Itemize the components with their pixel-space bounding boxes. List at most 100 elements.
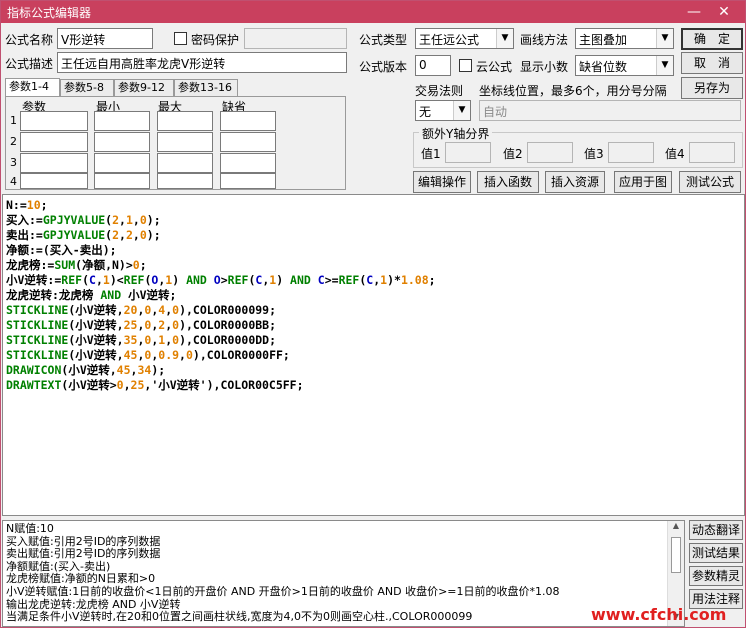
code-token: ); xyxy=(146,213,161,227)
code-token: 龙虎逆转:龙虎榜 xyxy=(6,288,101,302)
param-1-max[interactable] xyxy=(157,111,213,131)
coord-line-label: 坐标线位置，最多6个，用分号分隔 xyxy=(479,84,667,98)
password-label: 密码保护 xyxy=(191,33,240,47)
trade-rule-select[interactable]: 无 ▼ xyxy=(415,100,471,121)
param-1-name[interactable] xyxy=(20,111,88,131)
code-token: 0 xyxy=(139,228,147,242)
coord-line-input[interactable]: 自动 xyxy=(479,100,741,121)
code-token: 2 xyxy=(112,228,120,242)
param-row-number: 4 xyxy=(10,175,17,188)
code-token: STICKLINE xyxy=(6,318,69,332)
chevron-down-icon: ▼ xyxy=(496,29,513,48)
code-token: >= xyxy=(324,273,339,287)
close-icon[interactable]: ✕ xyxy=(711,2,737,22)
code-token: AND xyxy=(186,273,207,287)
minimize-icon[interactable]: — xyxy=(681,2,707,22)
scrollbar-thumb[interactable] xyxy=(671,537,681,573)
param-2-min[interactable] xyxy=(94,132,150,152)
code-token: , xyxy=(179,348,186,362)
param-3-max[interactable] xyxy=(157,153,213,173)
decimal-select[interactable]: 缺省位数 ▼ xyxy=(575,55,674,76)
param-4-default[interactable] xyxy=(220,173,276,189)
code-editor[interactable]: N:=10; 买入:=GPJYVALUE(2,1,0); 卖出:=GPJYVALUE… xyxy=(2,194,745,516)
code-token: , xyxy=(123,378,131,392)
param-2-default[interactable] xyxy=(220,132,276,152)
code-token: 25 xyxy=(123,318,138,332)
code-token: STICKLINE xyxy=(6,303,69,317)
scroll-up-icon[interactable]: ▲ xyxy=(668,521,684,535)
code-token: 20 xyxy=(123,303,138,317)
test-formula-button[interactable]: 测试公式 xyxy=(679,171,741,193)
tab-params-1-4[interactable]: 参数1-4 xyxy=(5,78,60,98)
code-token: ) xyxy=(172,273,187,287)
code-token: ),COLOR0000DD; xyxy=(179,333,277,347)
code-token: GPJYVALUE xyxy=(42,213,106,227)
tab-params-5-8[interactable]: 参数5-8 xyxy=(60,79,114,97)
tab-params-13-16[interactable]: 参数13-16 xyxy=(174,79,238,97)
code-token: 45 xyxy=(116,363,131,377)
param-1-min[interactable] xyxy=(94,111,150,131)
formula-version-input[interactable]: 0 xyxy=(415,55,451,76)
insert-resource-button[interactable]: 插入资源 xyxy=(545,171,605,193)
y-value-1-input xyxy=(445,142,491,163)
param-2-max[interactable] xyxy=(157,132,213,152)
code-token: 净额:=(买入-卖出); xyxy=(6,243,117,257)
save-as-button[interactable]: 另存为 xyxy=(681,77,743,99)
param-wizard-button[interactable]: 参数精灵 xyxy=(689,566,743,586)
output-pane: ▲ ▼ N赋值:10 买入赋值:引用2号ID的序列数据 卖出赋值:引用2号ID的序列… xyxy=(2,520,685,627)
chevron-down-icon: ▼ xyxy=(656,29,673,48)
cloud-formula-checkbox[interactable] xyxy=(459,59,472,72)
insert-function-button[interactable]: 插入函数 xyxy=(477,171,539,193)
param-3-name[interactable] xyxy=(20,153,88,173)
output-line: 买入赋值:引用2号ID的序列数据 xyxy=(6,534,161,548)
password-input xyxy=(244,28,347,49)
password-checkbox[interactable] xyxy=(174,32,187,45)
formula-name-label: 公式名称 xyxy=(5,33,54,47)
code-line: STICKLINE(小V逆转,45,0,0.9,0),COLOR0000FF; xyxy=(6,348,290,363)
cancel-button[interactable]: 取 消 xyxy=(681,52,743,74)
dynamic-translate-button[interactable]: 动态翻译 xyxy=(689,520,743,540)
code-token: 0 xyxy=(116,378,124,392)
formula-desc-input[interactable]: 王任远自用高胜率龙虎V形逆转 xyxy=(57,52,347,73)
code-token: GPJYVALUE xyxy=(42,228,106,242)
param-4-min[interactable] xyxy=(94,173,150,189)
code-line: STICKLINE(小V逆转,20,0,4,0),COLOR000099; xyxy=(6,303,276,318)
code-line: STICKLINE(小V逆转,35,0,1,0),COLOR0000DD; xyxy=(6,333,276,348)
window-title: 指标公式编辑器 xyxy=(7,6,92,20)
code-token: , xyxy=(119,228,126,242)
extra-y-axis-title: 额外Y轴分界 xyxy=(419,125,493,142)
param-2-name[interactable] xyxy=(20,132,88,152)
apply-to-chart-button[interactable]: 应用于图 xyxy=(614,171,672,193)
y-value-3-label: 值3 xyxy=(584,147,604,161)
param-4-max[interactable] xyxy=(157,173,213,189)
code-token: C xyxy=(317,273,325,287)
formula-name-input[interactable]: V形逆转 xyxy=(57,28,153,49)
draw-method-select[interactable]: 主图叠加 ▼ xyxy=(575,28,674,49)
formula-type-select[interactable]: 王任远公式 ▼ xyxy=(415,28,514,49)
draw-method-label: 画线方法 xyxy=(520,33,569,47)
formula-editor-window: 指标公式编辑器 — ✕ 公式名称 V形逆转 密码保护 公式类型 王任远公式 ▼ … xyxy=(0,0,746,628)
code-token: 2 xyxy=(125,228,133,242)
edit-operation-button[interactable]: 编辑操作 xyxy=(413,171,471,193)
test-result-button[interactable]: 测试结果 xyxy=(689,543,743,563)
formula-type-value: 王任远公式 xyxy=(419,33,480,47)
output-line: 龙虎榜赋值:净额的N日累和>0 xyxy=(6,572,156,586)
param-1-default[interactable] xyxy=(220,111,276,131)
code-token: 1 xyxy=(102,273,110,287)
code-token: ),COLOR000099; xyxy=(179,303,277,317)
draw-method-value: 主图叠加 xyxy=(579,33,628,47)
tab-params-9-12[interactable]: 参数9-12 xyxy=(114,79,174,97)
code-token: ; xyxy=(40,198,48,212)
param-3-default[interactable] xyxy=(220,153,276,173)
param-row-number: 2 xyxy=(10,135,17,148)
code-token: (净额,N)> xyxy=(75,258,133,272)
code-token: AND xyxy=(100,288,122,302)
code-token: (小V逆转, xyxy=(68,318,124,332)
code-line: 净额:=(买入-卖出); xyxy=(6,243,117,258)
ok-button[interactable]: 确 定 xyxy=(681,28,743,50)
param-4-name[interactable] xyxy=(20,173,88,189)
code-line: 卖出:=GPJYVALUE(2,2,0); xyxy=(6,228,161,243)
param-3-min[interactable] xyxy=(94,153,150,173)
code-token: , xyxy=(132,228,140,242)
code-line: DRAWICON(小V逆转,45,34); xyxy=(6,363,165,378)
